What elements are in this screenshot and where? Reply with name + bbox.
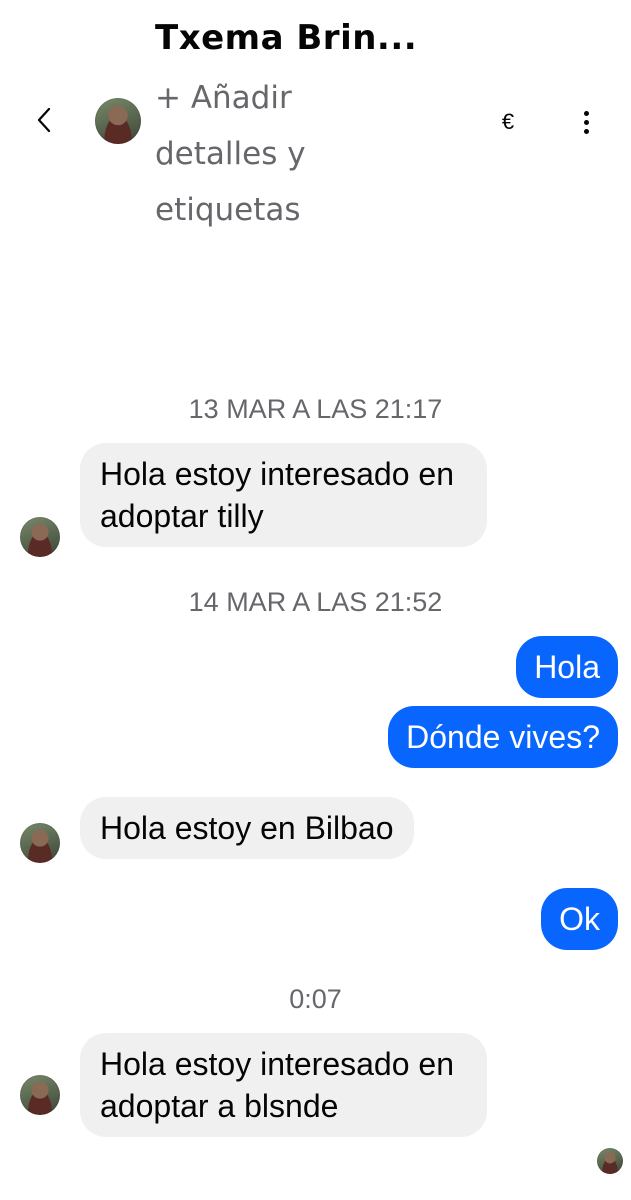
contact-avatar: [20, 517, 60, 557]
outgoing-message[interactable]: Ok: [541, 888, 618, 950]
contact-avatar: [20, 823, 60, 863]
contact-name[interactable]: Txema Brin...: [155, 18, 417, 58]
outgoing-message[interactable]: Hola: [516, 636, 618, 698]
message-timestamp: 14 MAR A LAS 21:52: [188, 587, 443, 617]
message-timestamp: 0:07: [289, 984, 342, 1014]
currency-button[interactable]: €: [490, 104, 526, 140]
contact-avatar[interactable]: [95, 98, 141, 144]
chevron-left-icon: [37, 107, 51, 133]
back-button[interactable]: [24, 100, 64, 140]
add-details-link[interactable]: + Añadir detalles y etiquetas: [155, 70, 405, 238]
vertical-ellipsis-icon: [583, 110, 589, 134]
more-options-button[interactable]: [568, 102, 604, 142]
read-receipt-avatar: [597, 1148, 623, 1174]
incoming-message[interactable]: Hola estoy interesado en adoptar tilly: [80, 443, 487, 547]
incoming-message[interactable]: Hola estoy en Bilbao: [80, 797, 414, 859]
incoming-message[interactable]: Hola estoy interesado en adoptar a blsnd…: [80, 1033, 487, 1137]
outgoing-message[interactable]: Dónde vives?: [388, 706, 618, 768]
contact-avatar: [20, 1075, 60, 1115]
message-timestamp: 13 MAR A LAS 21:17: [188, 394, 443, 424]
euro-icon: €: [501, 109, 515, 134]
